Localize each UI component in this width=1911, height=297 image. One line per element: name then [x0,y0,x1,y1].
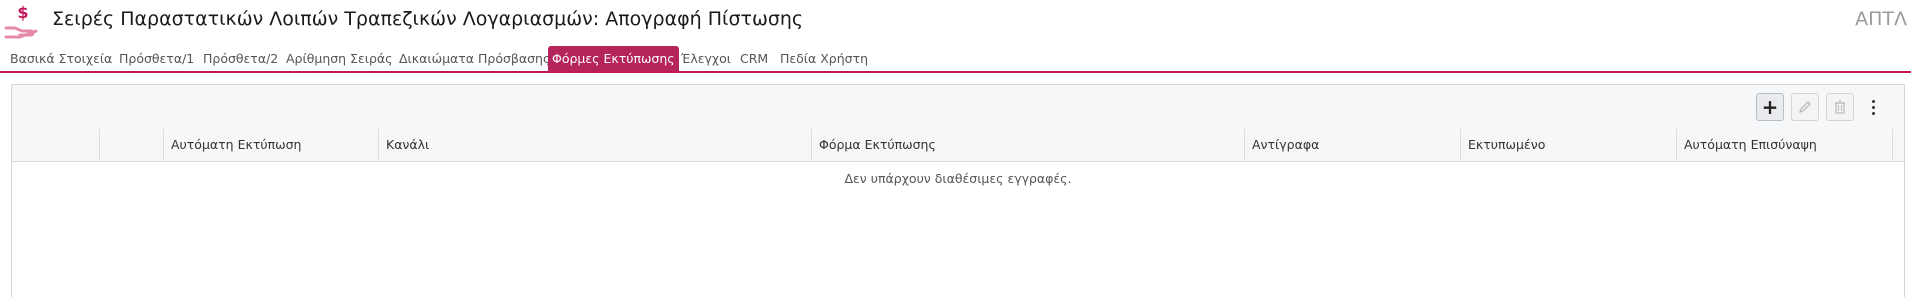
page-title: Σειρές Παραστατικών Λοιπών Τραπεζικών Λο… [52,8,804,30]
column-printed[interactable]: Εκτυπωμένο [1461,129,1677,161]
column-copies[interactable]: Αντίγραφα [1245,129,1461,161]
tab-access-rights[interactable]: Δικαιώματα Πρόσβασης [395,48,554,69]
grid-toolbar: + [12,85,1904,130]
column-print-form[interactable]: Φόρμα Εκτύπωσης [812,129,1245,161]
empty-message: Δεν υπάρχουν διαθέσιμες εγγραφές. [844,171,1072,186]
tab-additional-2[interactable]: Πρόσθετα/2 [199,48,282,69]
tab-additional-1[interactable]: Πρόσθετα/1 [115,48,198,69]
hand-money-icon: $ [4,4,38,39]
tab-crm[interactable]: CRM [736,48,772,69]
pencil-icon [1798,101,1811,114]
add-button[interactable]: + [1756,93,1784,121]
grid-header: Αυτόματη Εκτύπωση Κανάλι Φόρμα Εκτύπωσης… [12,129,1904,162]
column-channel[interactable]: Κανάλι [379,129,812,161]
column-scroll-spacer [1893,129,1906,161]
tab-user-fields[interactable]: Πεδία Χρήστη [776,48,872,69]
delete-button[interactable] [1826,93,1854,121]
tab-basic-info[interactable]: Βασικά Στοιχεία [6,48,116,69]
column-auto-attachment[interactable]: Αυτόματη Επισύναψη [1677,129,1893,161]
column-auto-print[interactable]: Αυτόματη Εκτύπωση [164,129,379,161]
series-code: ΑΠΤΛ [1855,8,1907,30]
plus-icon: + [1761,95,1779,119]
edit-button[interactable] [1791,93,1819,121]
more-vertical-icon[interactable] [1865,93,1881,121]
tab-series-numbering[interactable]: Αρίθμηση Σειράς [282,48,396,69]
column-indicator[interactable] [100,129,164,161]
page-header: $ Σειρές Παραστατικών Λοιπών Τραπεζικών … [0,0,1911,44]
tab-print-forms[interactable]: Φόρμες Εκτύπωσης [548,46,679,71]
tab-bar: Βασικά Στοιχεία Πρόσθετα/1 Πρόσθετα/2 Αρ… [0,46,1911,73]
trash-icon [1835,100,1845,114]
tab-checks[interactable]: Έλεγχοι [677,48,735,69]
column-select[interactable] [12,129,100,161]
svg-text:$: $ [17,4,28,22]
print-forms-grid: + Αυτόματη Εκτύπωση Κανάλι Φόρμα Εκτύπωσ… [11,84,1905,297]
